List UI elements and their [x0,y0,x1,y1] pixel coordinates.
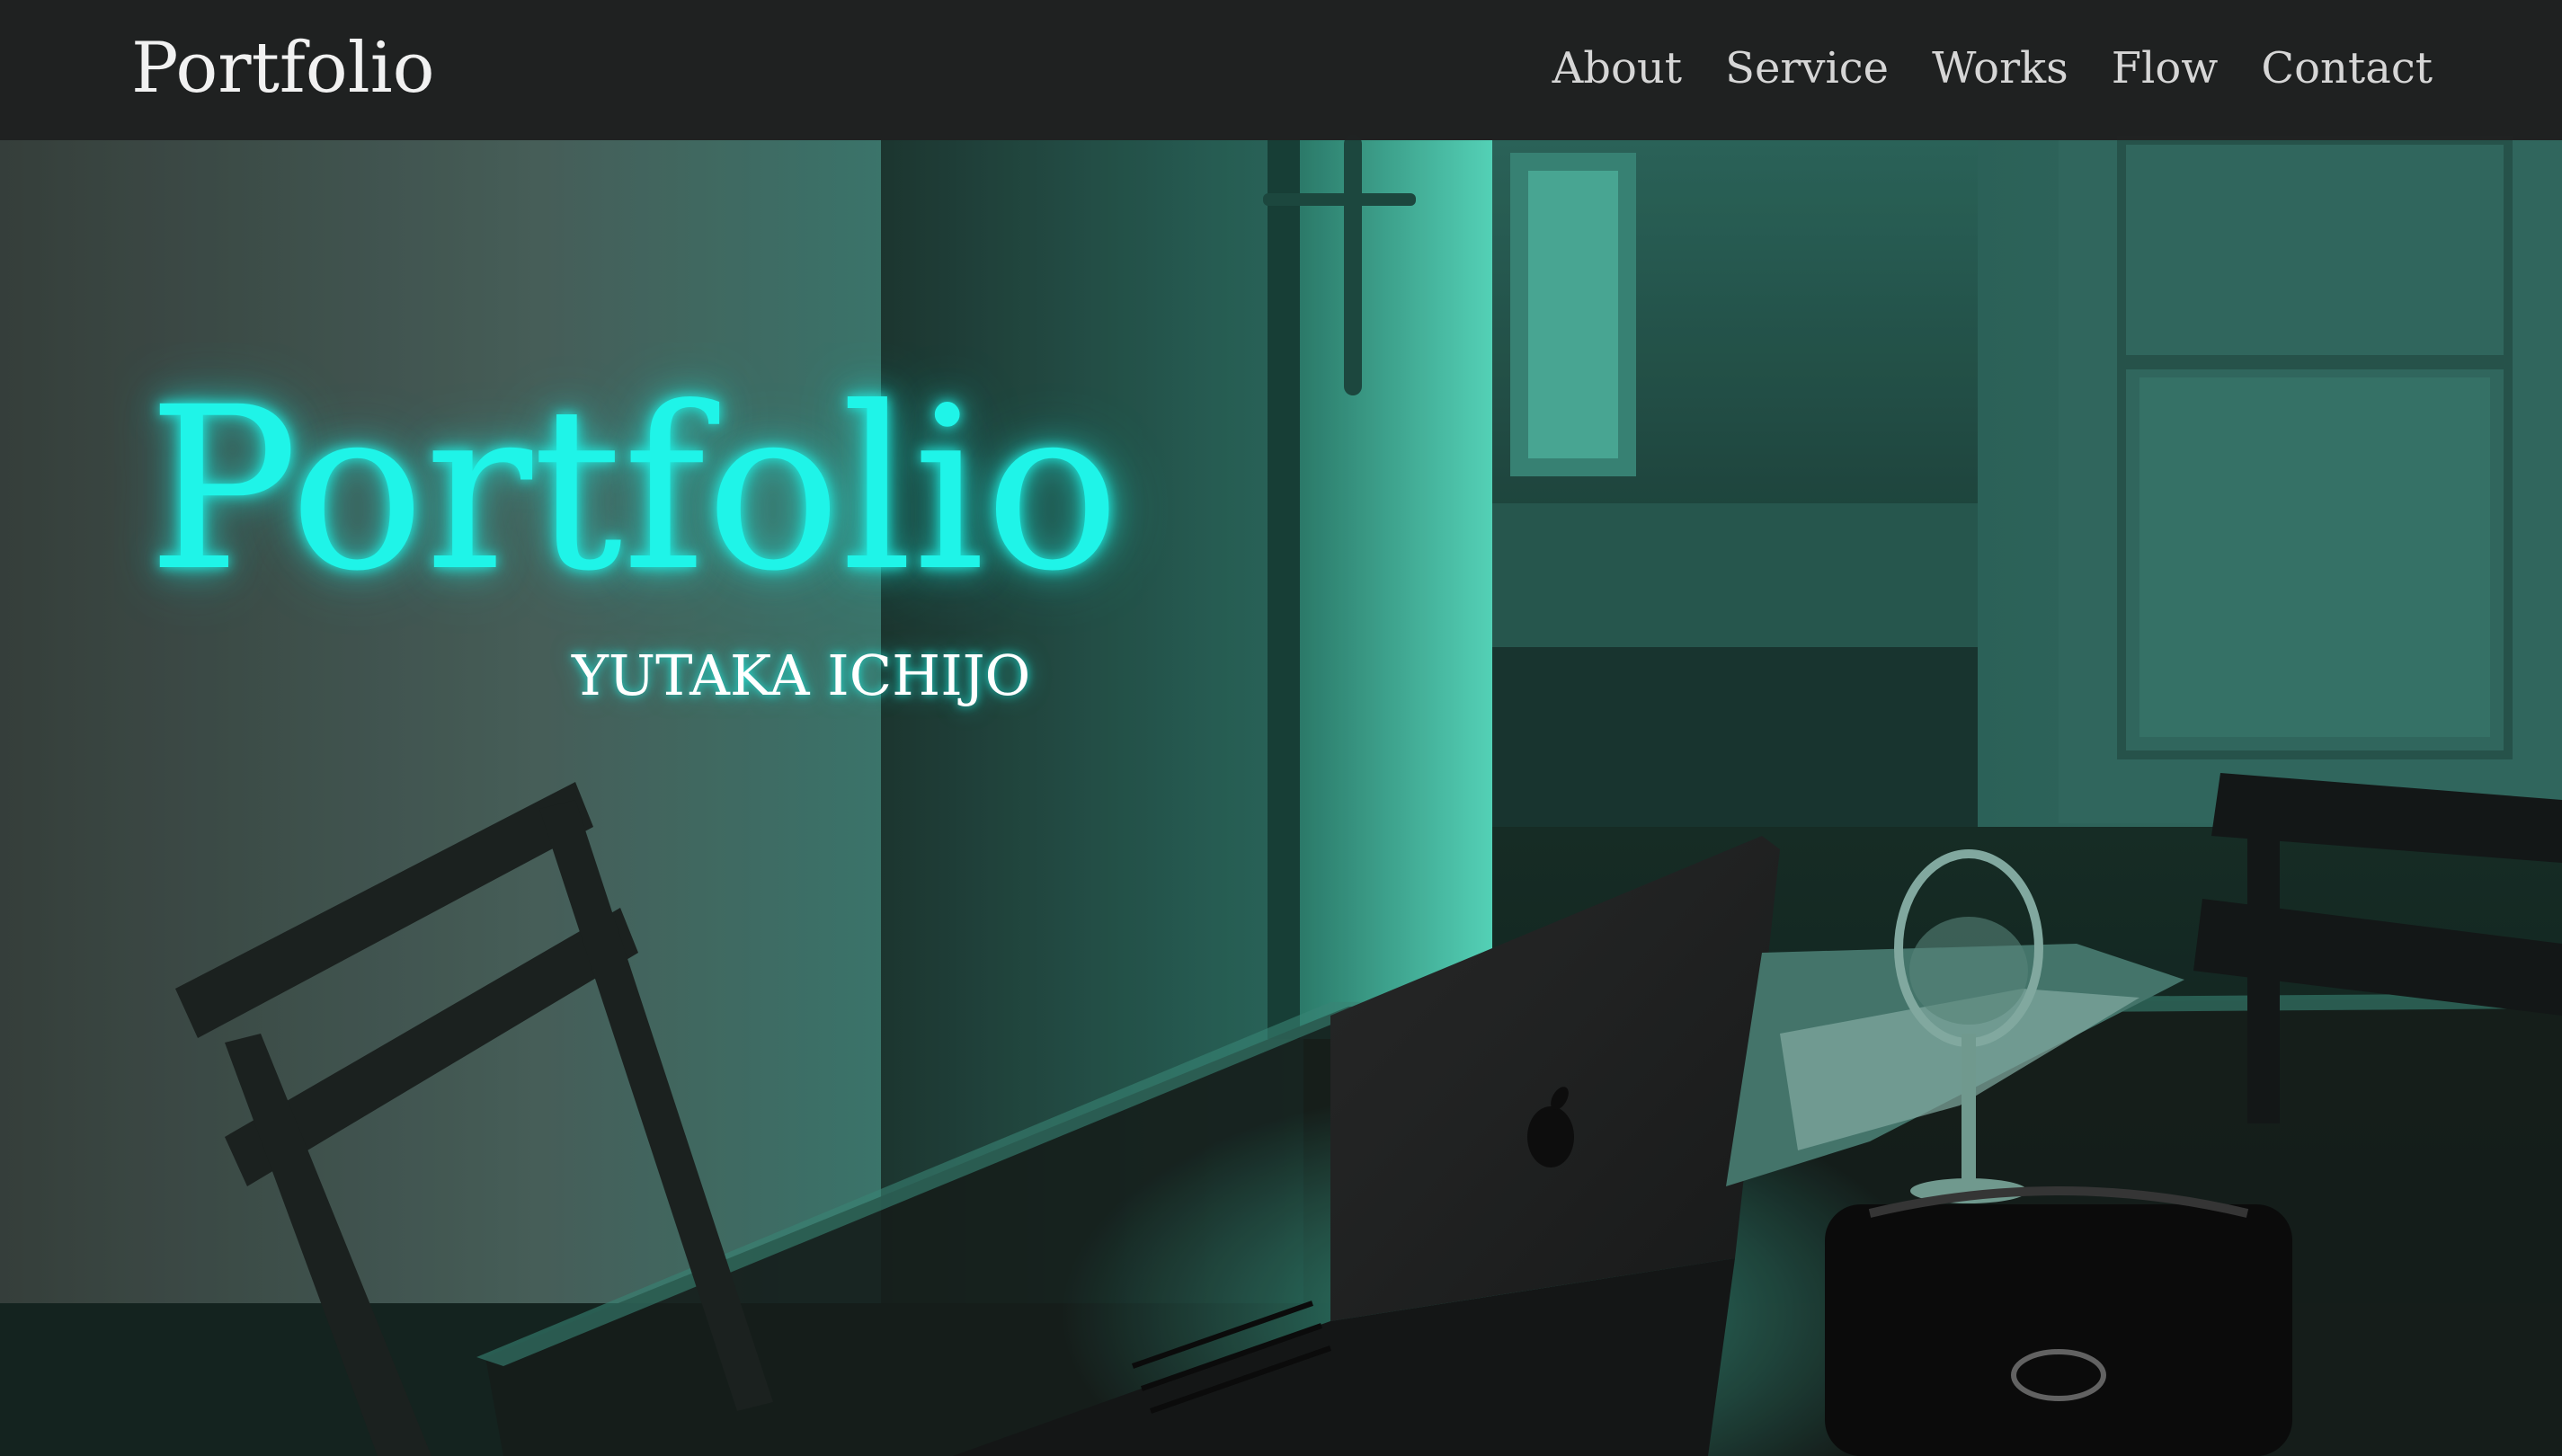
nav-link-service[interactable]: Service [1725,40,1889,97]
brand-logo-link[interactable]: Portfolio [131,25,435,111]
hero-background-image [0,0,2562,1456]
page: Portfolio About Service Works Flow Conta… [0,0,2562,1456]
nav-link-contact[interactable]: Contact [2261,40,2433,97]
nav-link-works[interactable]: Works [1932,40,2068,97]
main-nav: About Service Works Flow Contact [1552,40,2433,97]
nav-link-about[interactable]: About [1552,40,1683,97]
top-navigation-bar: Portfolio About Service Works Flow Conta… [0,0,2562,140]
hero-title: Portfolio [147,359,1121,620]
nav-link-flow[interactable]: Flow [2112,40,2219,97]
hero-subtitle: YUTAKA ICHIJO [572,643,1031,708]
